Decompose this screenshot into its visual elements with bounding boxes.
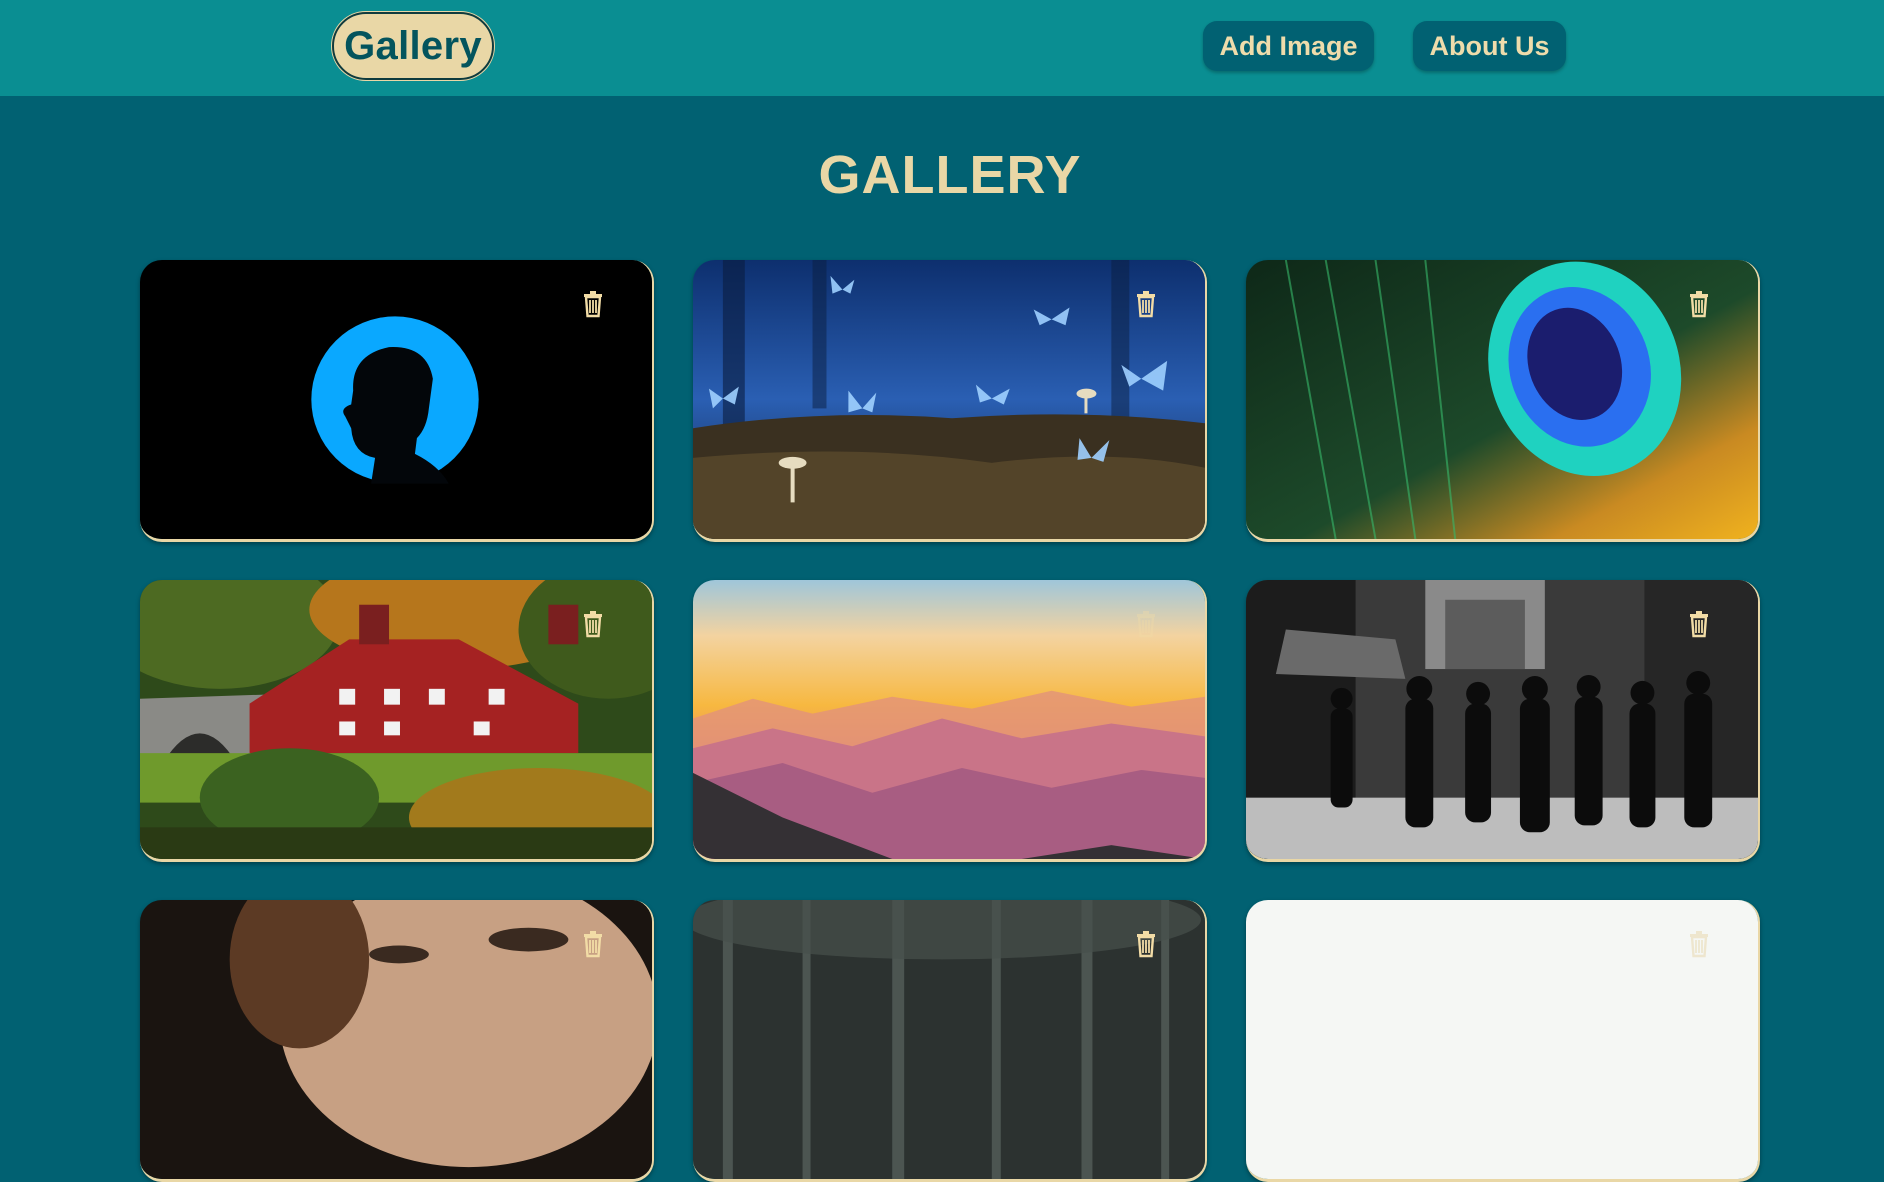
delete-trash-icon[interactable] xyxy=(1130,608,1162,640)
gallery-image-peacock-feather xyxy=(1246,260,1758,539)
add-image-button[interactable]: Add Image xyxy=(1203,21,1374,71)
gallery-image-portrait xyxy=(140,900,652,1179)
gallery-image-street-crowd xyxy=(1246,580,1758,859)
about-us-button[interactable]: About Us xyxy=(1413,21,1566,71)
navbar: Gallery Add Image About Us xyxy=(0,0,1884,96)
gallery-card xyxy=(1246,260,1760,542)
delete-trash-icon[interactable] xyxy=(577,928,609,960)
gallery-card xyxy=(140,900,654,1182)
delete-trash-icon[interactable] xyxy=(1683,928,1715,960)
delete-trash-icon[interactable] xyxy=(1130,928,1162,960)
delete-trash-icon[interactable] xyxy=(577,288,609,320)
gallery-card xyxy=(1246,900,1760,1182)
delete-trash-icon[interactable] xyxy=(1130,288,1162,320)
delete-trash-icon[interactable] xyxy=(1683,288,1715,320)
gallery-image-silhouette xyxy=(140,260,652,539)
gallery-card xyxy=(693,900,1207,1182)
delete-trash-icon[interactable] xyxy=(577,608,609,640)
gallery-image-blank xyxy=(1246,900,1758,1179)
gallery-card xyxy=(693,260,1207,542)
gallery-image-dark-forest xyxy=(693,900,1205,1179)
gallery-card xyxy=(140,260,654,542)
gallery-card xyxy=(693,580,1207,862)
gallery-card xyxy=(140,580,654,862)
gallery-image-ivy-cottage xyxy=(140,580,652,859)
page-title: GALLERY xyxy=(818,145,1082,205)
gallery-image-butterflies xyxy=(693,260,1205,539)
brand-gallery-button[interactable]: Gallery xyxy=(332,12,494,80)
gallery-image-mountain-sunset xyxy=(693,580,1205,859)
gallery-card xyxy=(1246,580,1760,862)
delete-trash-icon[interactable] xyxy=(1683,608,1715,640)
